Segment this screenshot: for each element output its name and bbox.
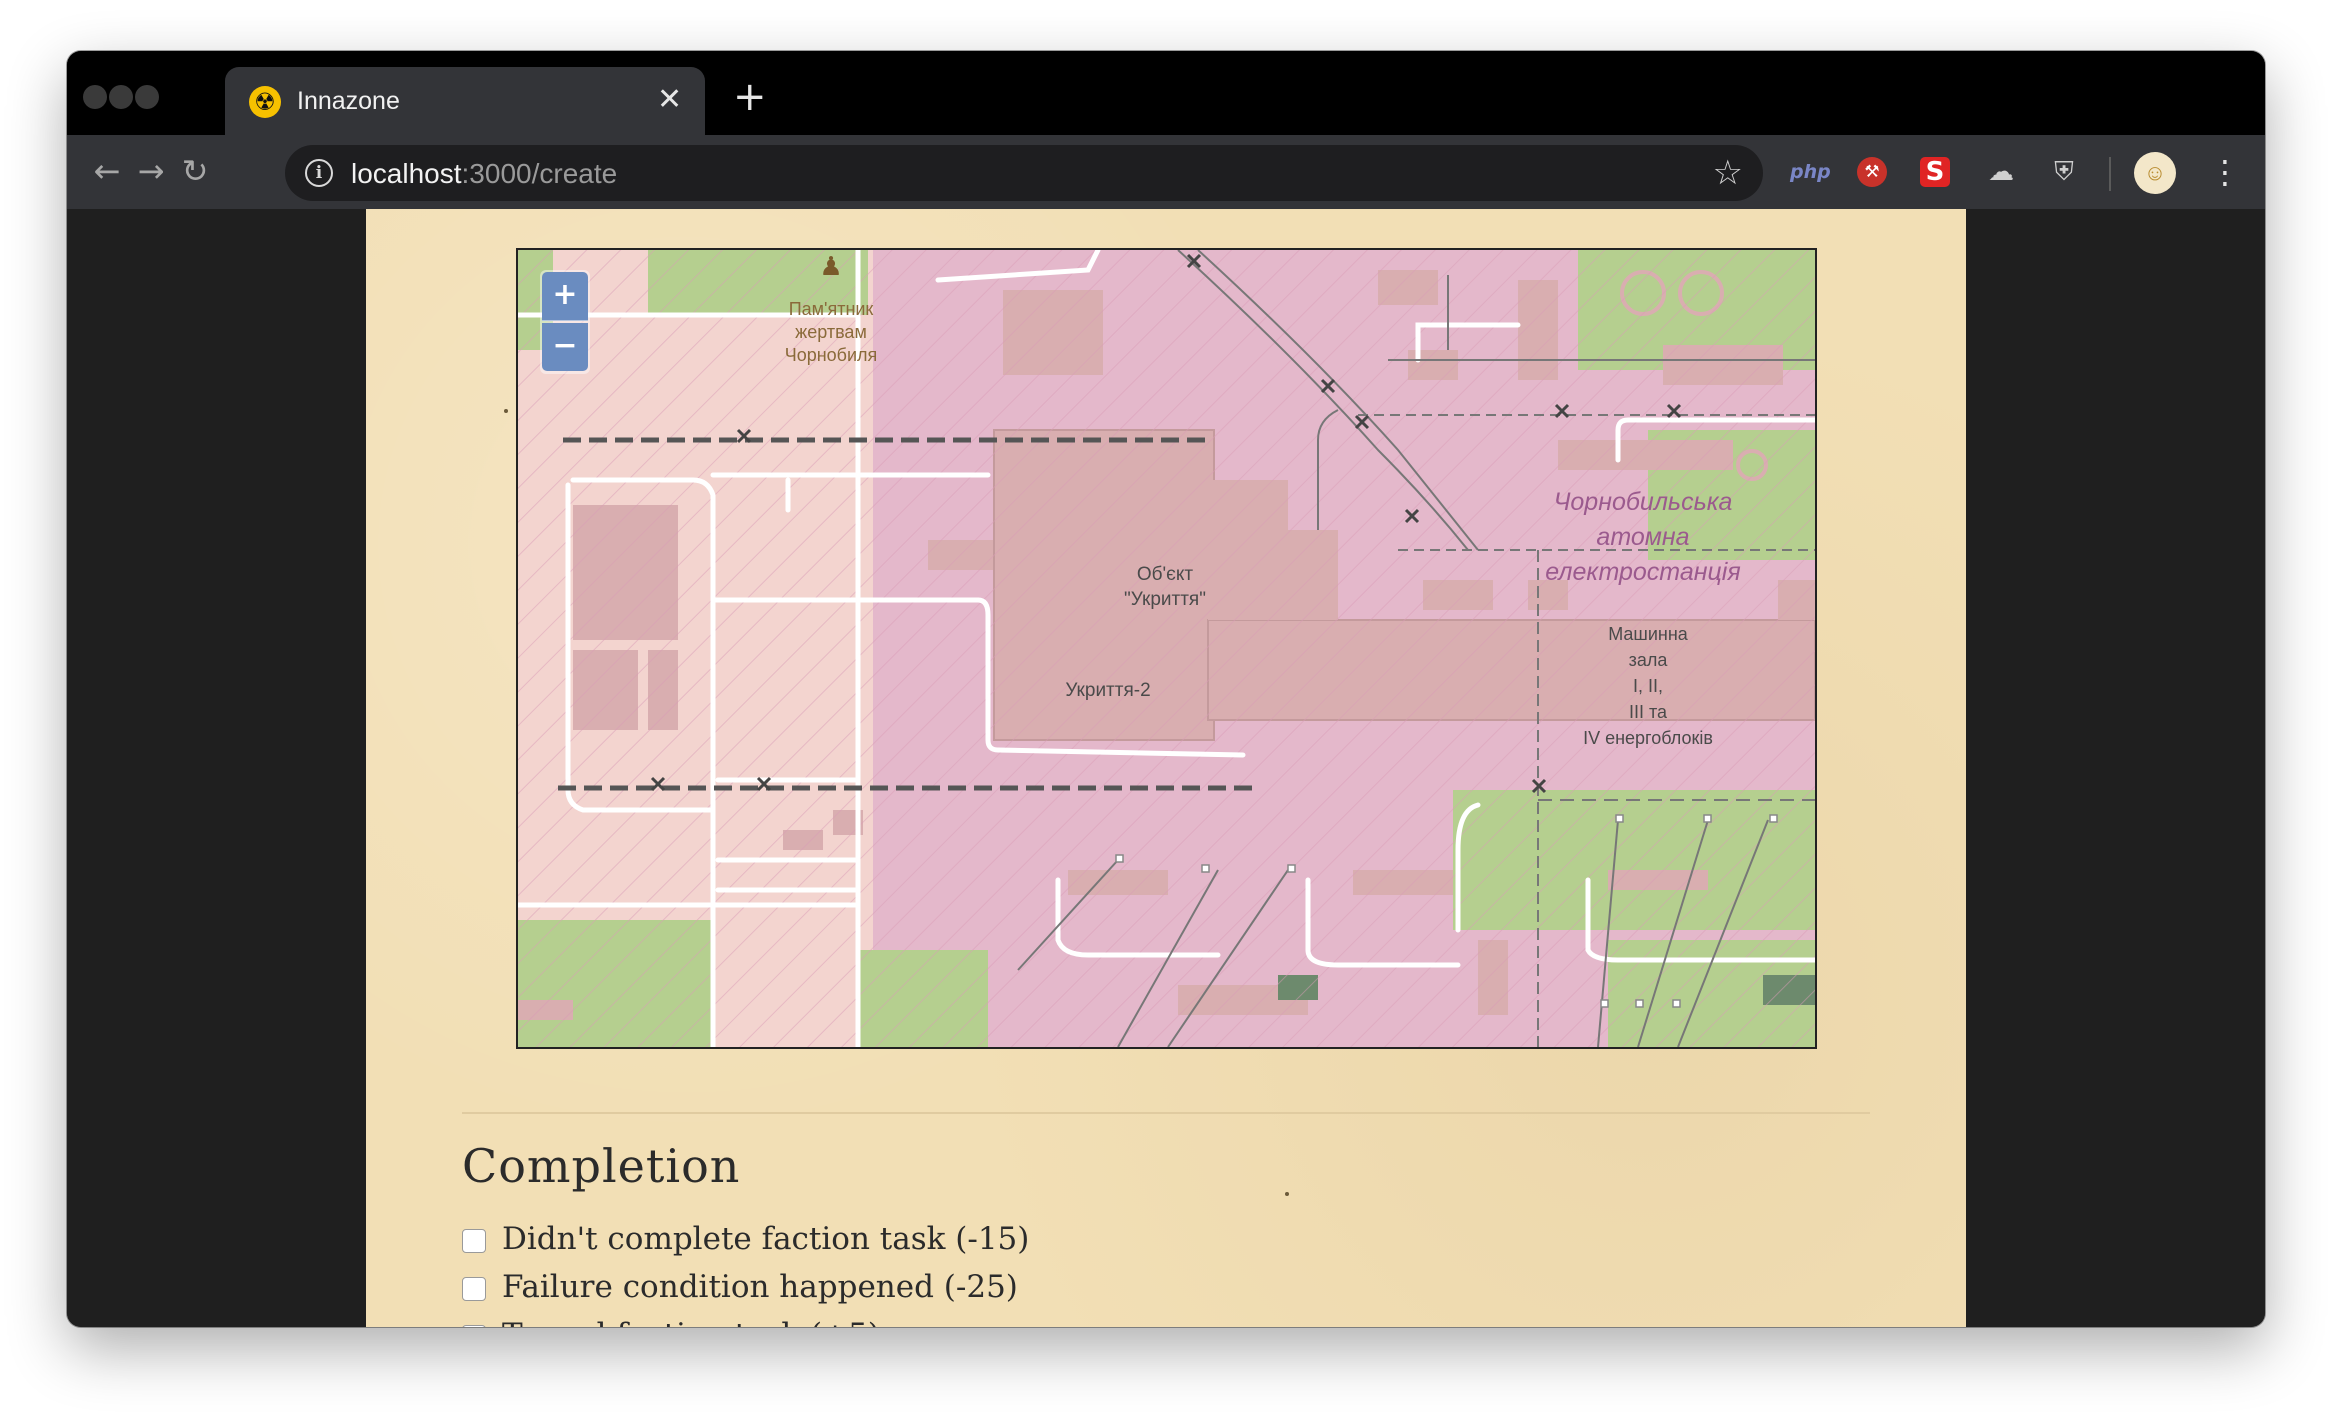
minimize-window-button[interactable]: [109, 85, 133, 109]
tab-title: Innazone: [297, 87, 400, 115]
url-path: :3000/create: [461, 158, 618, 189]
cloud-extension-icon[interactable]: ☁: [1984, 155, 2018, 189]
svg-text:І, ІІ,: І, ІІ,: [1633, 676, 1663, 696]
page-viewport: ♟ Пам'ятник жертвам Чорнобиля Чорнобильс…: [67, 209, 2265, 1327]
address-url[interactable]: localhost:3000/create: [351, 158, 617, 190]
php-extension-icon[interactable]: php: [1790, 155, 1831, 189]
radiation-icon: ☢: [249, 86, 281, 118]
zoom-in-button[interactable]: +: [542, 272, 588, 321]
svg-text:атомна: атомна: [1596, 523, 1689, 551]
url-host: localhost: [351, 158, 462, 189]
browser-toolbar: ← → ↻ i localhost:3000/create ☆ php ⚒ S …: [67, 135, 2265, 209]
reload-icon[interactable]: ↻: [173, 149, 217, 193]
paper-speck: [504, 409, 508, 413]
svg-text:♟: ♟: [819, 251, 842, 281]
svg-text:IV енергоблоків: IV енергоблоків: [1583, 728, 1713, 748]
red-extension-icon[interactable]: ⚒: [1857, 157, 1887, 187]
zoom-control: + −: [540, 270, 590, 374]
bookmark-star-icon[interactable]: ☆: [1713, 153, 1743, 193]
map-tiles: ♟ Пам'ятник жертвам Чорнобиля Чорнобильс…: [518, 250, 1815, 1047]
toolbar-separator: [2109, 157, 2111, 191]
s-extension-icon[interactable]: S: [1920, 157, 1950, 187]
close-window-button[interactable]: [83, 85, 107, 109]
tab-close-icon[interactable]: ✕: [657, 81, 682, 119]
checkbox-label[interactable]: Failure condition happened (-25): [502, 1269, 1018, 1305]
svg-text:Пам'ятник: Пам'ятник: [789, 299, 874, 319]
svg-text:зала: зала: [1629, 650, 1669, 670]
svg-text:жертвам: жертвам: [795, 322, 867, 342]
shelter2-label: Укриття-2: [1065, 680, 1150, 701]
paper-page: ♟ Пам'ятник жертвам Чорнобиля Чорнобильс…: [366, 209, 1966, 1327]
checkbox[interactable]: [462, 1277, 486, 1301]
address-bar[interactable]: i localhost:3000/create ☆: [285, 145, 1763, 201]
new-tab-button[interactable]: +: [733, 77, 767, 117]
svg-text:Чорнобильська: Чорнобильська: [1554, 488, 1733, 516]
forward-arrow-icon[interactable]: →: [129, 149, 173, 193]
profile-avatar[interactable]: ☺: [2134, 152, 2176, 194]
section-divider: [462, 1112, 1870, 1114]
svg-text:"Укриття": "Укриття": [1124, 589, 1206, 610]
svg-text:Чорнобиля: Чорнобиля: [785, 345, 878, 365]
shield-extension-icon[interactable]: ⛨: [2047, 155, 2081, 189]
more-menu-icon[interactable]: ⋮: [2209, 150, 2241, 194]
paper-speck: [1285, 1192, 1289, 1196]
svg-text:Об'єкт: Об'єкт: [1137, 564, 1194, 585]
completion-title: Completion: [462, 1139, 741, 1193]
zoom-out-button[interactable]: −: [542, 323, 588, 371]
svg-text:Машинна: Машинна: [1608, 624, 1689, 644]
checkbox-label[interactable]: Didn't complete faction task (-15): [502, 1221, 1029, 1257]
checkbox-label[interactable]: Ta...ed faction task (+5): [502, 1317, 880, 1327]
checkbox[interactable]: [462, 1229, 486, 1253]
zoom-window-button[interactable]: [135, 85, 159, 109]
checkbox[interactable]: [462, 1325, 486, 1327]
tab-strip: ☢ Innazone ✕ +: [67, 51, 2265, 135]
svg-text:електростанція: електростанція: [1545, 558, 1740, 586]
back-arrow-icon[interactable]: ←: [85, 149, 129, 193]
map-view[interactable]: ♟ Пам'ятник жертвам Чорнобиля Чорнобильс…: [516, 248, 1817, 1049]
site-info-icon[interactable]: i: [305, 159, 333, 187]
svg-text:ІІІ та: ІІІ та: [1629, 702, 1668, 722]
browser-window: ☢ Innazone ✕ + ← → ↻ i localhost:3000/cr…: [67, 51, 2265, 1327]
tab-innazone[interactable]: ☢ Innazone ✕: [225, 67, 705, 135]
